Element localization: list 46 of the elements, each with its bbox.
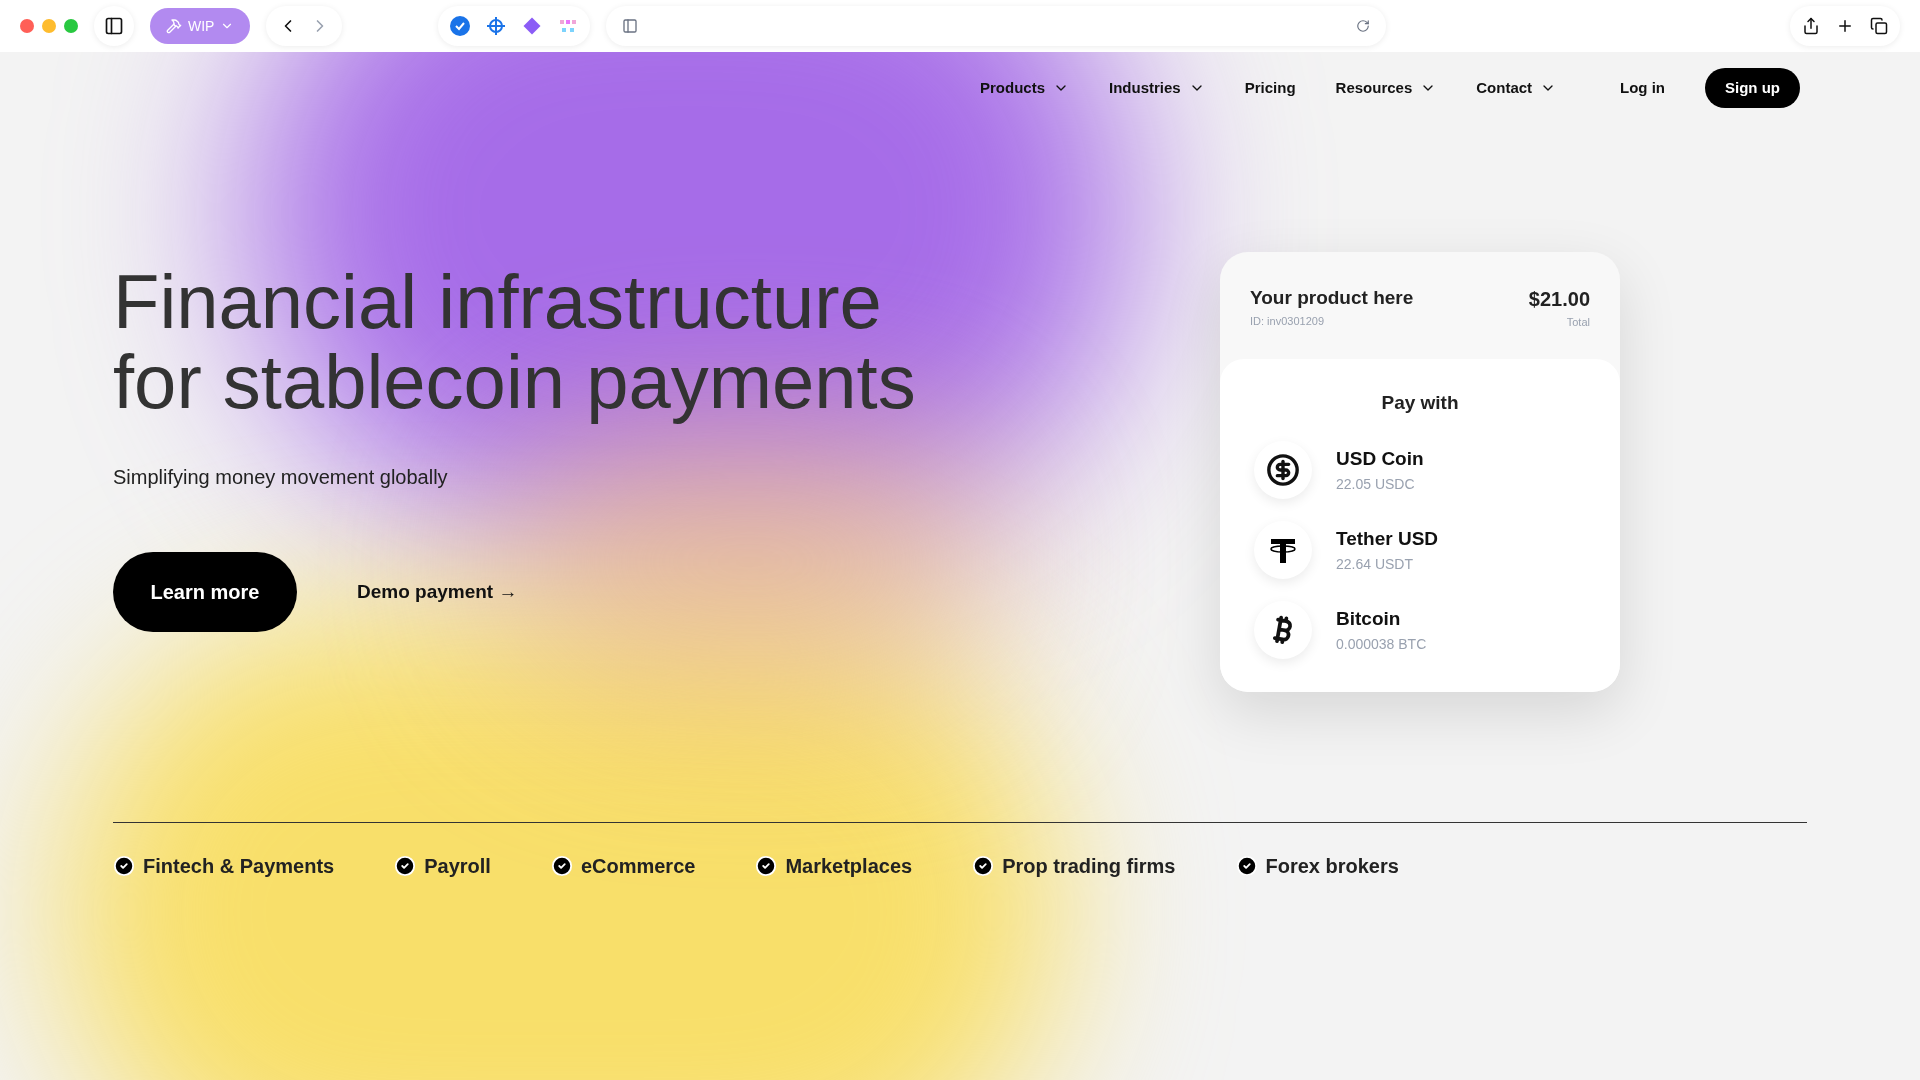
coin-name: Bitcoin <box>1336 607 1402 632</box>
hero-title: Financial infrastructure for stablecoin payments <box>113 262 917 422</box>
payment-option[interactable]: Bitcoin 0.000038 BTC <box>1254 601 1586 659</box>
payment-option[interactable]: USD Coin 22.05 USDC <box>1254 441 1586 499</box>
reload-icon[interactable] <box>1356 19 1371 33</box>
coin-name: USD Coin <box>1336 447 1424 472</box>
nav-link[interactable]: Contact <box>1476 76 1557 100</box>
industry-label: Marketplaces <box>785 854 913 879</box>
nav-link[interactable]: Resources <box>1335 76 1437 100</box>
total-amount: $21.00 <box>1528 287 1590 312</box>
invoice-id: ID: inv0301209 <box>1250 313 1325 329</box>
share-icon[interactable] <box>1802 17 1820 35</box>
check-badge-icon[interactable] <box>450 16 471 36</box>
pay-with-heading: Pay with <box>1380 390 1460 415</box>
check-icon <box>550 855 573 877</box>
check-icon <box>972 855 995 877</box>
coin-amount: 22.64 USDT <box>1336 554 1415 574</box>
close-window-icon[interactable] <box>20 19 34 33</box>
total-label: Total <box>1566 315 1590 330</box>
nav-link[interactable]: Products <box>980 76 1069 100</box>
new-tab-icon[interactable] <box>1836 17 1854 35</box>
hammer-icon <box>166 18 182 34</box>
check-icon <box>113 855 135 877</box>
reader-icon[interactable] <box>622 18 639 34</box>
coin-name: Tether USD <box>1336 527 1439 552</box>
payment-option[interactable]: Tether USD 22.64 USDT <box>1254 521 1586 579</box>
hero-subtitle: Simplifying money movement globally <box>113 465 449 490</box>
coin-amount: 0.000038 BTC <box>1336 634 1427 654</box>
industry-label: eCommerce <box>580 854 696 879</box>
tabs-overview-icon[interactable] <box>1870 17 1888 35</box>
dots-grid-icon[interactable] <box>558 18 579 34</box>
industry-label: Prop trading firms <box>1002 854 1176 879</box>
learn-more-button[interactable]: Learn more <box>113 552 297 632</box>
crosshair-icon[interactable] <box>486 16 507 36</box>
nav-link[interactable]: Industries <box>1109 76 1205 100</box>
industry-label: Forex brokers <box>1265 854 1399 879</box>
product-name: Your product here <box>1250 286 1414 310</box>
nav-link[interactable]: Pricing <box>1244 76 1296 100</box>
sidebar-icon <box>104 16 124 36</box>
industry-label: Payroll <box>424 854 491 879</box>
login-link[interactable]: Log in <box>1620 76 1665 100</box>
coin-amount: 22.05 USDC <box>1336 474 1416 494</box>
check-icon <box>1235 855 1258 877</box>
industry-label: Fintech & Payments <box>143 854 335 879</box>
signup-button[interactable]: Sign up <box>1705 68 1800 108</box>
demo-payment-link[interactable]: Demo payment → <box>357 577 518 607</box>
